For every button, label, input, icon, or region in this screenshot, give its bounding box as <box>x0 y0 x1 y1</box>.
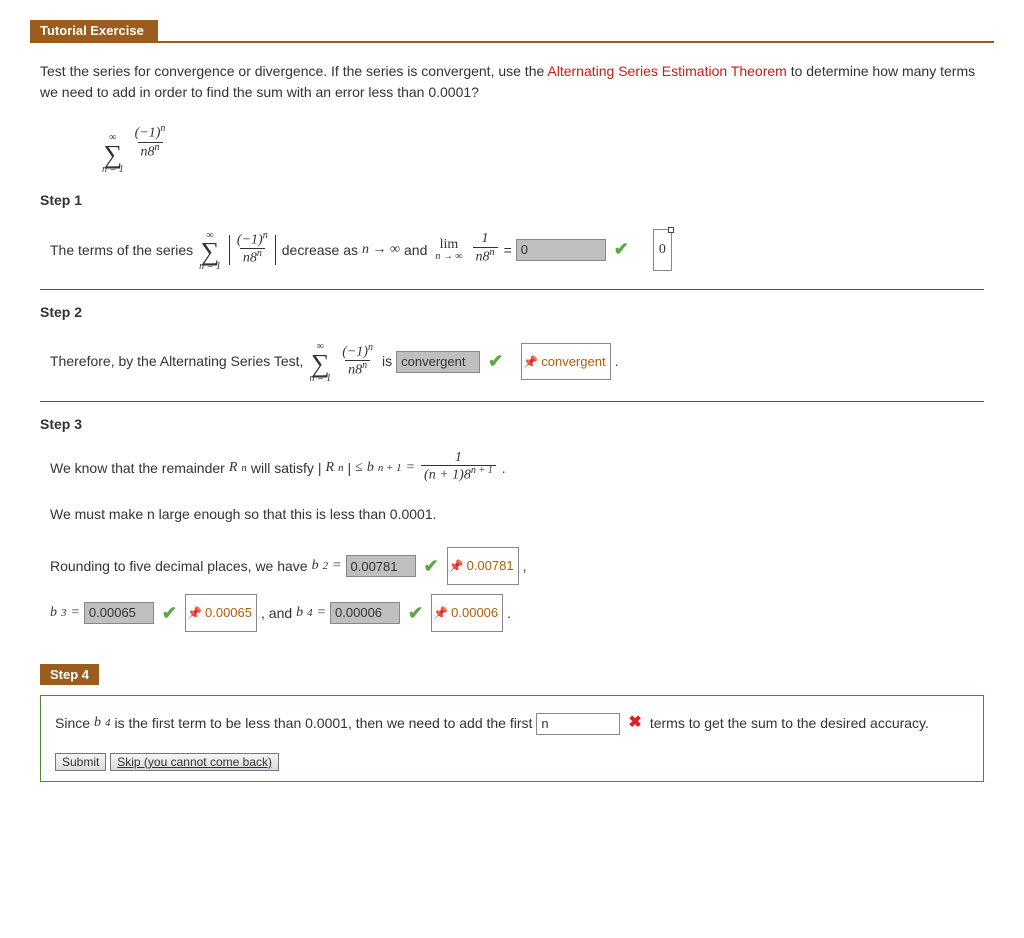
step3-text3: Rounding to five decimal places, we have <box>50 548 308 584</box>
tutorial-header: Tutorial Exercise <box>30 20 994 43</box>
step1-tooltip[interactable]: 0 <box>653 229 672 271</box>
exercise-prompt: Test the series for convergence or diver… <box>40 61 984 103</box>
b3-answer-input[interactable] <box>84 602 154 624</box>
s1-den: n8 <box>243 251 257 266</box>
step4-text1: Since <box>55 710 90 737</box>
step1-text2: decrease as <box>282 232 358 268</box>
step3-label: Step 3 <box>40 416 984 432</box>
tutorial-title: Tutorial Exercise <box>30 20 158 41</box>
step4-text2: is the first term to be less than 0.0001… <box>114 710 532 737</box>
skip-button[interactable]: Skip (you cannot come back) <box>110 753 279 771</box>
den-exp: n <box>155 142 160 153</box>
step2-answer-input[interactable] <box>396 351 480 373</box>
s1-sum-lower: n = 1 <box>199 263 221 272</box>
series-expression: ∞ ∑ n = 1 (−1)n n8n <box>100 125 984 172</box>
step4-answer-input[interactable] <box>536 713 620 735</box>
b3-tooltip[interactable]: 📌0.00065 <box>185 594 257 632</box>
divider <box>40 289 984 290</box>
s1-num: (−1) <box>237 233 263 248</box>
step2-label: Step 2 <box>40 304 984 320</box>
step1-content: The terms of the series ∞ ∑ n = 1 (−1)n … <box>50 226 984 273</box>
pin-icon: 📌 <box>433 606 447 620</box>
step2-text2: is <box>382 343 392 379</box>
check-icon: ✔ <box>408 590 423 637</box>
sigma-icon: ∑ <box>311 352 330 375</box>
pin-icon: 📌 <box>449 559 463 573</box>
step1-label: Step 1 <box>40 192 984 208</box>
step1-answer-input[interactable] <box>516 239 606 261</box>
lim-num: 1 <box>479 232 492 247</box>
b4-answer-input[interactable] <box>330 602 400 624</box>
sum-lower: n = 1 <box>102 166 124 175</box>
divider <box>40 401 984 402</box>
sigma-icon: ∑ <box>201 240 220 263</box>
step4-text3: terms to get the sum to the desired accu… <box>650 710 929 737</box>
step3-content: We know that the remainder Rn will satis… <box>50 450 984 636</box>
step1-text3: and <box>404 232 427 268</box>
step3-text1b: will satisfy <box>251 450 314 486</box>
submit-button[interactable]: Submit <box>55 753 106 771</box>
check-icon: ✔ <box>424 543 439 590</box>
theorem-link[interactable]: Alternating Series Estimation Theorem <box>547 63 786 79</box>
pin-icon: 📌 <box>523 355 537 369</box>
leq: ≤ <box>355 450 363 486</box>
equals: = <box>504 232 512 268</box>
b2-tooltip[interactable]: 📌0.00781 <box>447 547 519 585</box>
lim-sub: n → ∞ <box>435 252 462 262</box>
n-to-inf: n → ∞ <box>362 232 400 268</box>
lim-den: n8 <box>476 250 490 265</box>
den: n8 <box>141 144 155 159</box>
lim-label: lim <box>440 238 459 252</box>
num: (−1) <box>135 126 161 141</box>
pin-icon: 📌 <box>187 606 201 620</box>
b4-tooltip[interactable]: 📌0.00006 <box>431 594 503 632</box>
content-area: Test the series for convergence or diver… <box>30 53 994 790</box>
dot: . <box>507 595 511 631</box>
step2-content: Therefore, by the Alternating Series Tes… <box>50 338 984 385</box>
step1-text1: The terms of the series <box>50 232 193 268</box>
step4-label: Step 4 <box>40 664 99 685</box>
sigma-icon: ∑ <box>104 143 123 166</box>
step4-box: Since b4 is the first term to be less th… <box>40 695 984 781</box>
step2-dot: . <box>615 343 619 379</box>
check-icon: ✔ <box>614 226 629 273</box>
step2-tooltip[interactable]: 📌 convergent <box>521 343 610 381</box>
comma: , <box>523 548 527 584</box>
step3-text1a: We know that the remainder <box>50 450 225 486</box>
and-text: , and <box>261 595 292 631</box>
b2-answer-input[interactable] <box>346 555 416 577</box>
check-icon: ✔ <box>162 590 177 637</box>
wrong-icon: ✖ <box>628 708 641 738</box>
num-exp: n <box>160 123 165 134</box>
check-icon: ✔ <box>488 338 503 385</box>
prompt-text-a: Test the series for convergence or diver… <box>40 63 547 79</box>
step3-text2: We must make n large enough so that this… <box>50 496 984 532</box>
step2-text1: Therefore, by the Alternating Series Tes… <box>50 343 303 379</box>
